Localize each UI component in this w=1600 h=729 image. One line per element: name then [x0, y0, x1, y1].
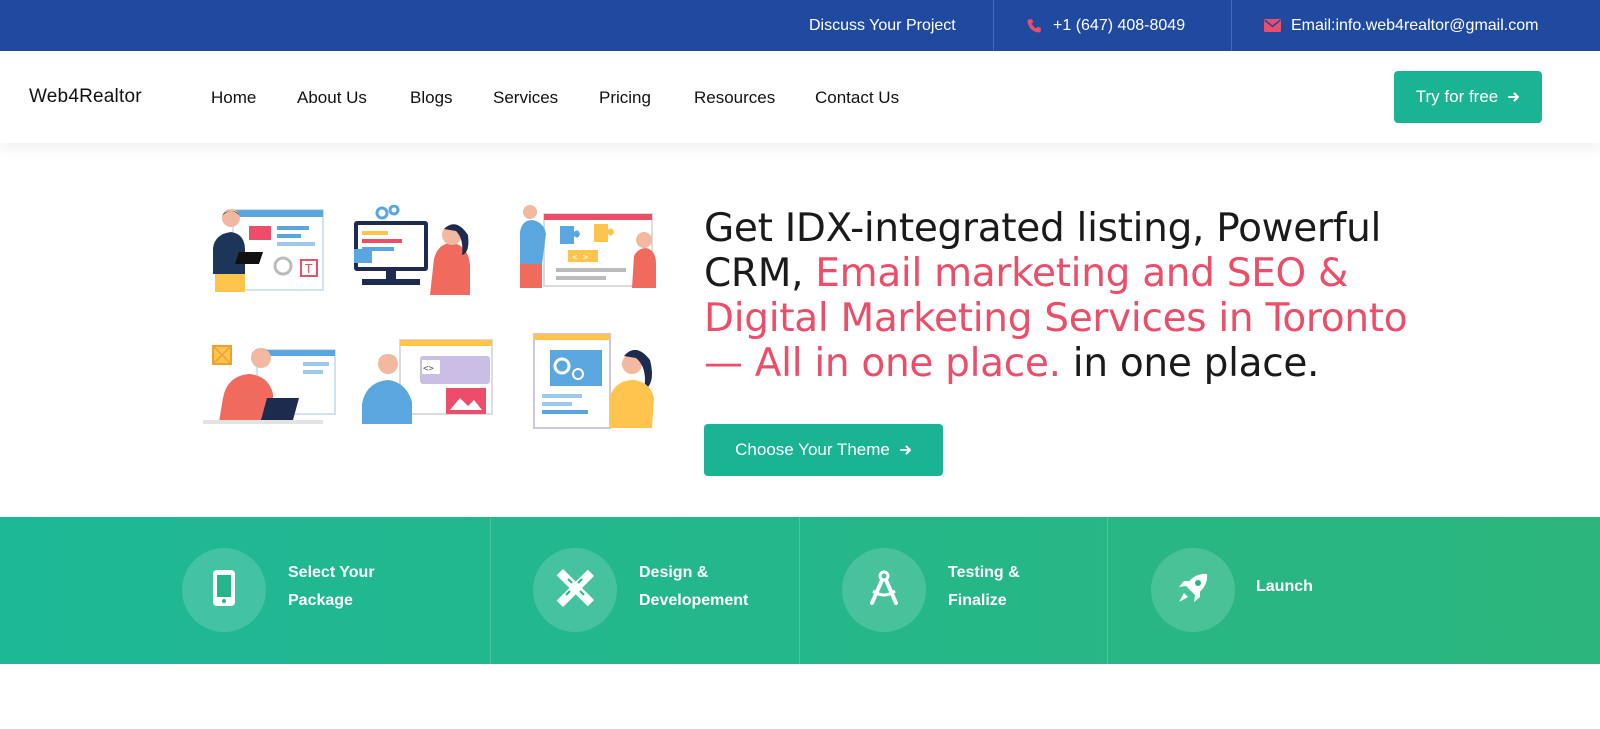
step-icon-circle [1151, 548, 1235, 632]
step-label-line: Select Your [288, 564, 375, 581]
headline-tail-text: in one place. [1060, 341, 1320, 386]
step-divider [799, 517, 800, 664]
step-launch: Launch [1256, 573, 1406, 601]
try-for-free-label: Try for free [1415, 87, 1499, 106]
email-link[interactable]: Email:info.web4realtor@gmail.com [1263, 0, 1538, 51]
arrow-right-icon [1508, 91, 1520, 103]
choose-theme-label: Choose Your Theme [735, 440, 890, 459]
step-icon-circle [533, 548, 617, 632]
developer-monitor-illustration [354, 205, 470, 295]
mobile-icon [211, 569, 237, 612]
try-for-free-button[interactable]: Try for free [1394, 71, 1542, 123]
phone-icon [1025, 17, 1043, 35]
compass-icon [865, 569, 903, 612]
process-steps-band: Select Your Package Design & Developemen… [0, 517, 1600, 664]
developer-code-window-illustration: <> [362, 339, 493, 424]
step-label-line: Developement [639, 592, 749, 609]
nav-home[interactable]: Home [211, 88, 256, 108]
team-puzzle-illustration: < > [520, 205, 656, 288]
step-design-development: Design & Developement [639, 559, 789, 615]
step-icon-circle [842, 548, 926, 632]
designer-settings-illustration [533, 333, 654, 429]
step-label-line: Launch [1256, 578, 1313, 595]
arrow-right-icon [899, 444, 912, 456]
topbar-divider [993, 0, 994, 51]
step-divider [490, 517, 491, 664]
step-label-line: Finalize [948, 592, 1007, 609]
svg-text:< >: < > [572, 253, 589, 263]
phone-link[interactable]: +1 (647) 408-8049 [1025, 0, 1185, 51]
step-label-line: Design & [639, 564, 709, 581]
site-logo[interactable]: Web4Realtor [29, 86, 142, 108]
step-testing-finalize: Testing & Finalize [948, 559, 1098, 615]
phone-number: +1 (647) 408-8049 [1053, 16, 1186, 34]
nav-contact-us[interactable]: Contact Us [815, 88, 899, 108]
top-contact-bar: Discuss Your Project +1 (647) 408-8049 E… [0, 0, 1600, 51]
svg-text:T: T [304, 262, 313, 276]
nav-pricing[interactable]: Pricing [599, 88, 651, 108]
step-icon-circle [182, 548, 266, 632]
step-divider [1107, 517, 1108, 664]
rocket-icon [1174, 569, 1212, 612]
topbar-divider [1231, 0, 1232, 51]
nav-blogs[interactable]: Blogs [410, 88, 453, 108]
nav-services[interactable]: Services [493, 88, 558, 108]
step-label-line: Package [288, 592, 353, 609]
step-label-line: Testing & [948, 564, 1020, 581]
step-select-package: Select Your Package [288, 559, 438, 615]
svg-text:<>: <> [423, 364, 434, 374]
hero-headline: Get IDX-integrated listing, Powerful CRM… [704, 206, 1424, 386]
main-header: Web4Realtor Home About Us Blogs Services… [0, 51, 1600, 143]
developer-laptop-illustration: T [213, 209, 324, 292]
discuss-project-link[interactable]: Discuss Your Project [809, 0, 956, 51]
envelope-icon [1263, 17, 1281, 35]
nav-about-us[interactable]: About Us [297, 88, 367, 108]
email-address: Email:info.web4realtor@gmail.com [1291, 16, 1539, 34]
choose-theme-button[interactable]: Choose Your Theme [704, 424, 943, 476]
discuss-project-label: Discuss Your Project [809, 16, 956, 34]
nav-resources[interactable]: Resources [694, 88, 775, 108]
designer-laptop-illustration [203, 345, 336, 424]
pencil-ruler-icon [556, 568, 594, 612]
